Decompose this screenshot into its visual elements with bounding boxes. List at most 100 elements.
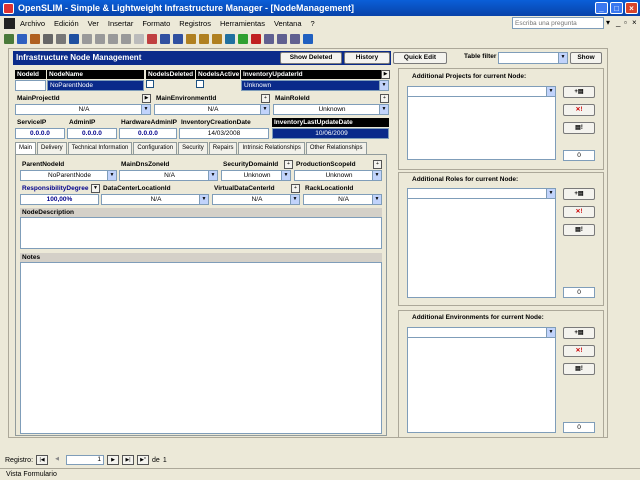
- additional-roles-list[interactable]: [407, 188, 556, 298]
- print-icon[interactable]: [43, 33, 53, 44]
- add-project-button[interactable]: +▤: [563, 86, 595, 98]
- spelling-icon[interactable]: [69, 33, 79, 44]
- node-id-field[interactable]: [15, 80, 46, 91]
- chevron-right-icon[interactable]: ▶: [381, 70, 390, 79]
- filter-by-form-icon[interactable]: [199, 33, 209, 44]
- tab-repairs[interactable]: Repairs: [208, 142, 238, 154]
- first-record-icon[interactable]: |◀: [36, 455, 49, 465]
- plus-icon[interactable]: +: [380, 94, 389, 103]
- find-icon[interactable]: [225, 33, 235, 44]
- design-view-icon[interactable]: [4, 33, 14, 44]
- node-name-field[interactable]: NoParentNode: [47, 80, 144, 91]
- chevron-down-icon[interactable]: ▼: [91, 184, 100, 193]
- minimize-button[interactable]: _: [595, 2, 608, 14]
- production-scope-id-select[interactable]: Unknown ▼: [294, 170, 382, 181]
- responsibility-degree-field[interactable]: 100,00%: [20, 194, 99, 205]
- service-ip-field[interactable]: 0.0.0.0: [15, 128, 65, 139]
- tab-intrinsic-relationships[interactable]: Intrinsic Relationships: [238, 142, 305, 154]
- maximize-button[interactable]: □: [610, 2, 623, 14]
- node-description-textarea[interactable]: [20, 217, 382, 249]
- doc-close-icon[interactable]: ×: [632, 18, 637, 27]
- doc-minimize-icon[interactable]: _: [616, 18, 620, 27]
- menu-archivo[interactable]: Archivo: [20, 19, 45, 28]
- copy-icon[interactable]: [95, 33, 105, 44]
- menu-registros[interactable]: Registros: [179, 19, 211, 28]
- sort-ascending-icon[interactable]: [160, 33, 170, 44]
- menu-ventana[interactable]: Ventana: [274, 19, 302, 28]
- tab-other-relationships[interactable]: Other Relationships: [305, 142, 367, 154]
- edit-project-button[interactable]: ▤!: [563, 122, 595, 134]
- help-icon[interactable]: [303, 33, 313, 44]
- quick-edit-button[interactable]: Quick Edit: [393, 52, 447, 64]
- delete-role-button[interactable]: ✕!: [563, 206, 595, 218]
- main-project-id-select[interactable]: N/A ▼: [15, 104, 151, 115]
- menu-insertar[interactable]: Insertar: [108, 19, 133, 28]
- tab-configuration[interactable]: Configuration: [133, 142, 178, 154]
- close-button[interactable]: ×: [625, 2, 638, 14]
- main-dns-zone-id-select[interactable]: N/A ▼: [119, 170, 218, 181]
- table-filter-select[interactable]: ▼: [498, 52, 568, 64]
- add-role-button[interactable]: +▤: [563, 188, 595, 200]
- print-preview-icon[interactable]: [56, 33, 66, 44]
- history-button[interactable]: History: [344, 52, 390, 64]
- tab-security[interactable]: Security: [178, 142, 208, 154]
- additional-environments-select[interactable]: ▼: [407, 327, 556, 338]
- plus-icon[interactable]: +: [373, 160, 382, 169]
- additional-projects-select[interactable]: ▼: [407, 86, 556, 97]
- inventory-updater-id-select[interactable]: Unknown ▼: [241, 80, 389, 91]
- search-icon[interactable]: [30, 33, 40, 44]
- menu-ver[interactable]: Ver: [88, 19, 99, 28]
- plus-icon[interactable]: +: [261, 94, 270, 103]
- additional-environments-list[interactable]: [407, 327, 556, 433]
- plus-icon[interactable]: +: [284, 160, 293, 169]
- admin-ip-field[interactable]: 0.0.0.0: [67, 128, 117, 139]
- document-icon[interactable]: [4, 17, 15, 29]
- current-record-input[interactable]: 1: [66, 455, 105, 465]
- plus-icon[interactable]: +: [291, 184, 300, 193]
- hardware-admin-ip-field[interactable]: 0.0.0.0: [119, 128, 177, 139]
- rack-location-id-select[interactable]: N/A ▼: [303, 194, 382, 205]
- inventory-creation-date-field[interactable]: 14/03/2008: [179, 128, 269, 139]
- format-painter-icon[interactable]: [121, 33, 131, 44]
- ask-question-input[interactable]: [512, 17, 604, 29]
- security-domain-id-select[interactable]: Unknown ▼: [221, 170, 291, 181]
- virtual-data-center-id-select[interactable]: N/A ▼: [212, 194, 300, 205]
- node-is-deleted-checkbox[interactable]: [146, 80, 154, 88]
- new-record-nav-icon[interactable]: ▶*: [137, 455, 150, 465]
- hyperlink-icon[interactable]: [147, 33, 157, 44]
- show-button[interactable]: Show: [570, 52, 602, 64]
- additional-roles-select[interactable]: ▼: [407, 188, 556, 199]
- paste-icon[interactable]: [108, 33, 118, 44]
- apply-filter-icon[interactable]: [212, 33, 222, 44]
- delete-project-button[interactable]: ✕!: [563, 104, 595, 116]
- chevron-right-icon[interactable]: ▶: [142, 94, 151, 103]
- filter-by-selection-icon[interactable]: [186, 33, 196, 44]
- menu-help[interactable]: ?: [311, 19, 315, 28]
- tab-main[interactable]: Main: [15, 142, 37, 154]
- prev-record-icon[interactable]: ◀: [51, 455, 63, 465]
- main-role-id-select[interactable]: Unknown ▼: [273, 104, 389, 115]
- undo-icon[interactable]: [134, 33, 144, 44]
- show-deleted-button[interactable]: Show Deleted: [280, 52, 342, 64]
- ask-dropdown-icon[interactable]: ▾: [606, 18, 610, 27]
- menu-herramientas[interactable]: Herramientas: [220, 19, 265, 28]
- delete-environment-button[interactable]: ✕!: [563, 345, 595, 357]
- cut-icon[interactable]: [82, 33, 92, 44]
- menu-formato[interactable]: Formato: [142, 19, 170, 28]
- node-is-active-checkbox[interactable]: [196, 80, 204, 88]
- sort-descending-icon[interactable]: [173, 33, 183, 44]
- next-record-icon[interactable]: ▶: [107, 455, 120, 465]
- data-center-location-id-select[interactable]: N/A ▼: [101, 194, 209, 205]
- edit-environment-button[interactable]: ▤!: [563, 363, 595, 375]
- save-icon[interactable]: [17, 33, 27, 44]
- inventory-last-update-date-field[interactable]: 10/06/2009: [272, 128, 389, 139]
- parent-node-id-select[interactable]: NoParentNode ▼: [20, 170, 117, 181]
- tab-delivery[interactable]: Delivery: [37, 142, 67, 154]
- tab-technical-information[interactable]: Technical Information: [67, 142, 133, 154]
- new-record-icon[interactable]: [238, 33, 248, 44]
- notes-textarea[interactable]: [20, 262, 382, 434]
- doc-restore-icon[interactable]: ▫: [624, 18, 627, 27]
- last-record-icon[interactable]: ▶|: [122, 455, 135, 465]
- edit-role-button[interactable]: ▤!: [563, 224, 595, 236]
- new-object-icon[interactable]: [290, 33, 300, 44]
